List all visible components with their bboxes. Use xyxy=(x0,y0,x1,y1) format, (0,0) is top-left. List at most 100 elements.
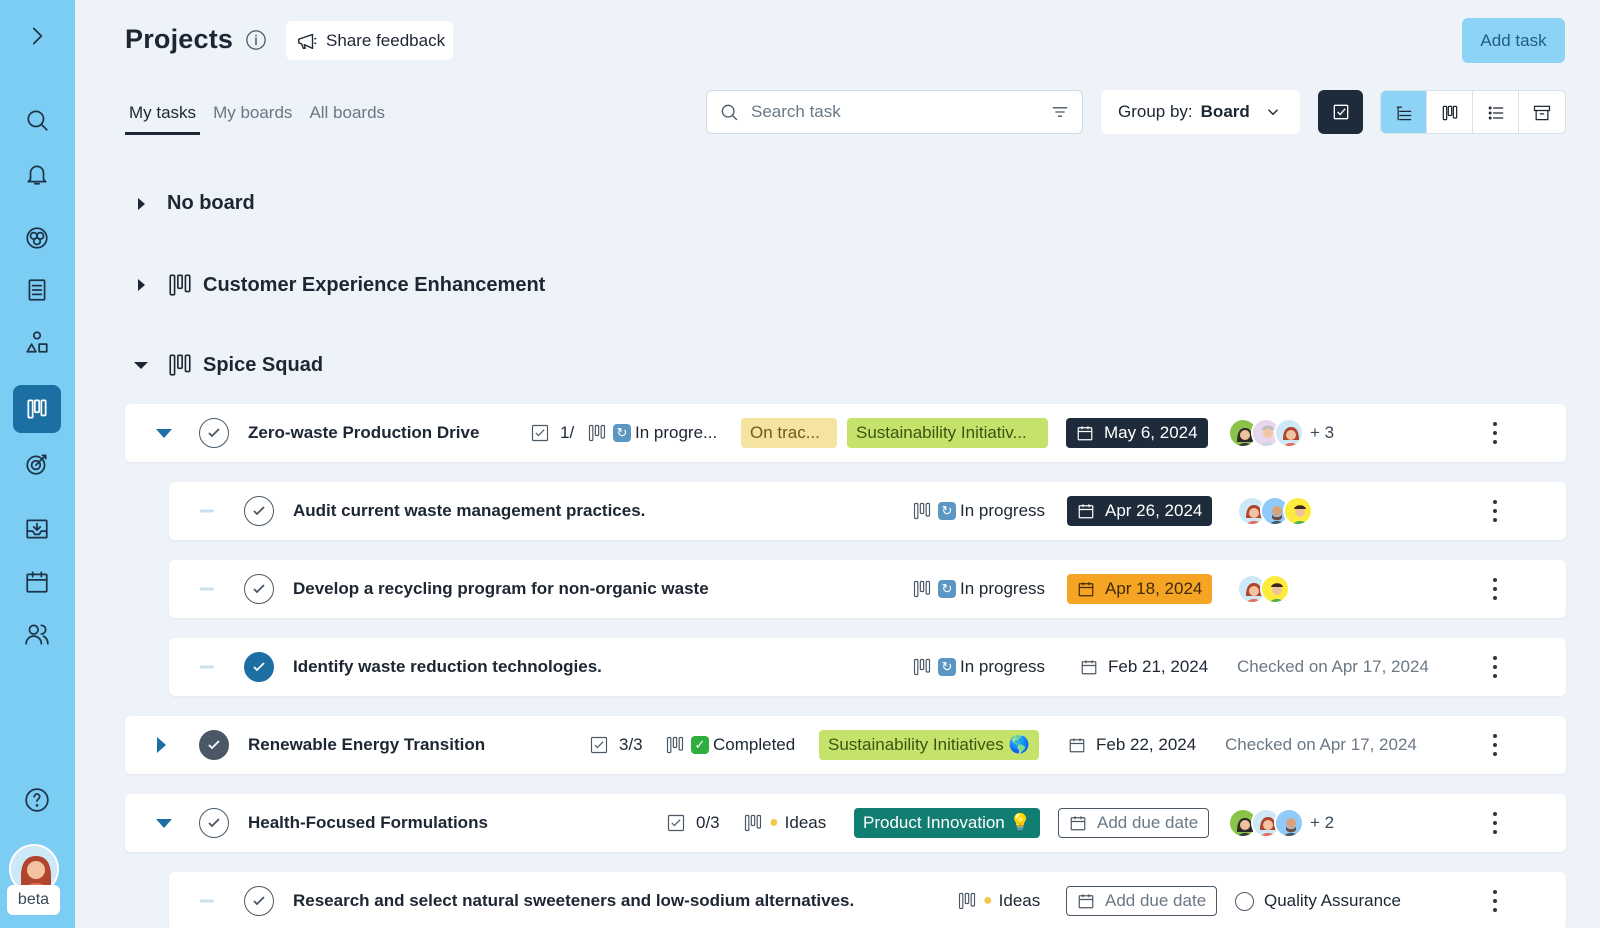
complete-checkbox[interactable] xyxy=(244,886,274,916)
archive-icon xyxy=(1533,105,1551,121)
task-name[interactable]: Research and select natural sweeteners a… xyxy=(293,891,854,911)
subtask-connector xyxy=(200,509,214,513)
more-options-icon[interactable] xyxy=(1492,812,1498,834)
assignees[interactable] xyxy=(1237,574,1290,604)
due-date[interactable]: Feb 21, 2024 xyxy=(1080,652,1218,682)
subtask-count: 0/3 xyxy=(666,813,720,833)
team-icon xyxy=(1235,891,1254,911)
task-row[interactable]: Audit current waste management practices… xyxy=(169,482,1566,540)
bell-icon[interactable] xyxy=(13,150,61,198)
assignees[interactable]: + 3 xyxy=(1228,418,1334,448)
status: ↻ In progress xyxy=(912,579,1045,599)
filter-icon[interactable] xyxy=(1050,102,1070,122)
due-date[interactable]: May 6, 2024 xyxy=(1066,418,1208,448)
add-task-button[interactable]: Add task xyxy=(1462,18,1565,63)
task-row[interactable]: Health-Focused Formulations 0/3 ● Ideas … xyxy=(125,794,1566,852)
assignees[interactable] xyxy=(1237,496,1313,526)
expand-down-icon[interactable] xyxy=(155,817,173,829)
task-row[interactable]: Research and select natural sweeteners a… xyxy=(169,872,1566,928)
archive-view-button[interactable] xyxy=(1519,91,1565,133)
task-name[interactable]: Zero-waste Production Drive xyxy=(248,423,479,443)
list-view-button[interactable] xyxy=(1473,91,1519,133)
more-options-icon[interactable] xyxy=(1492,656,1498,678)
expand-right-icon[interactable] xyxy=(155,736,167,754)
complete-checkbox[interactable] xyxy=(244,496,274,526)
checkbox-icon xyxy=(1333,104,1348,120)
calendar-icon[interactable] xyxy=(13,558,61,606)
assignee-team[interactable]: Quality Assurance xyxy=(1235,891,1401,911)
show-completed-toggle[interactable] xyxy=(1318,90,1363,134)
expand-down-icon[interactable] xyxy=(155,427,173,439)
task-name[interactable]: Audit current waste management practices… xyxy=(293,501,645,521)
people-icon[interactable] xyxy=(13,610,61,658)
target-icon[interactable] xyxy=(13,440,61,488)
more-options-icon[interactable] xyxy=(1492,422,1498,444)
task-name[interactable]: Renewable Energy Transition xyxy=(248,735,485,755)
task-row[interactable]: Develop a recycling program for non-orga… xyxy=(169,560,1566,618)
more-options-icon[interactable] xyxy=(1492,734,1498,756)
chevron-down-icon xyxy=(1267,109,1278,116)
calendar-icon xyxy=(1070,816,1086,831)
board-icon[interactable] xyxy=(13,385,61,433)
board-icon xyxy=(913,658,931,676)
checked-date: Checked on Apr 17, 2024 xyxy=(1225,735,1417,754)
task-name[interactable]: Identify waste reduction technologies. xyxy=(293,657,602,677)
more-assignees: + 2 xyxy=(1310,813,1335,832)
task-name[interactable]: Develop a recycling program for non-orga… xyxy=(293,579,709,599)
due-date[interactable]: Apr 18, 2024 xyxy=(1067,574,1213,604)
tree-view-button[interactable] xyxy=(1381,91,1427,133)
search-icon[interactable] xyxy=(13,96,61,144)
globe-icon[interactable] xyxy=(13,214,61,262)
tag-sustainability[interactable]: Sustainability Initiativ... xyxy=(847,418,1048,448)
help-icon[interactable] xyxy=(13,776,61,824)
tab-all-boards[interactable]: All boards xyxy=(305,100,389,135)
avatar xyxy=(1260,574,1290,604)
task-row[interactable]: Identify waste reduction technologies. ↻… xyxy=(169,638,1566,696)
in-progress-icon: ↻ xyxy=(938,658,956,676)
group-no-board[interactable]: No board xyxy=(133,192,255,215)
group-customer-experience[interactable]: Customer Experience Enhancement xyxy=(133,272,545,298)
board-icon xyxy=(169,274,191,296)
assignees[interactable]: + 2 xyxy=(1228,808,1334,838)
complete-checkbox[interactable] xyxy=(244,652,274,682)
info-icon[interactable] xyxy=(245,29,267,51)
add-due-date-button[interactable]: Add due date xyxy=(1066,886,1218,916)
tree-view-icon xyxy=(1396,106,1411,121)
tag-sustainability[interactable]: Sustainability Initiatives 🌎 xyxy=(819,730,1039,760)
lightbulb-icon: ● xyxy=(983,892,993,909)
complete-checkbox[interactable] xyxy=(244,574,274,604)
add-due-date-button[interactable]: Add due date xyxy=(1058,808,1210,838)
board-icon xyxy=(913,502,931,520)
complete-checkbox[interactable] xyxy=(199,730,229,760)
tag-product-innovation[interactable]: Product Innovation 💡 xyxy=(854,808,1040,838)
complete-checkbox[interactable] xyxy=(199,808,229,838)
status: ↻ In progre... xyxy=(587,423,717,443)
more-options-icon[interactable] xyxy=(1492,890,1498,912)
inbox-icon[interactable] xyxy=(13,505,61,553)
tag-on-track[interactable]: On trac... xyxy=(741,418,837,448)
tab-my-boards[interactable]: My boards xyxy=(209,100,296,135)
checklist-icon xyxy=(667,814,685,832)
due-date[interactable]: Apr 26, 2024 xyxy=(1067,496,1213,526)
share-feedback-button[interactable]: Share feedback xyxy=(286,21,453,60)
view-switcher xyxy=(1380,90,1566,134)
complete-checkbox[interactable] xyxy=(199,418,229,448)
checklist-icon xyxy=(590,736,608,754)
task-name[interactable]: Health-Focused Formulations xyxy=(248,813,488,833)
status: ↻ In progress xyxy=(912,501,1045,521)
task-row[interactable]: Zero-waste Production Drive 1/ ↻ In prog… xyxy=(125,404,1566,462)
tab-my-tasks[interactable]: My tasks xyxy=(125,100,201,135)
search-input[interactable] xyxy=(751,102,1050,122)
board-icon xyxy=(588,424,606,442)
due-date[interactable]: Feb 22, 2024 xyxy=(1068,730,1206,760)
status: ● Ideas xyxy=(957,891,1040,911)
expand-icon[interactable] xyxy=(13,12,61,60)
document-icon[interactable] xyxy=(13,266,61,314)
group-spice-squad[interactable]: Spice Squad xyxy=(133,352,323,378)
group-by-dropdown[interactable]: Group by: Board xyxy=(1101,90,1300,134)
more-options-icon[interactable] xyxy=(1492,578,1498,600)
board-view-button[interactable] xyxy=(1427,91,1473,133)
shapes-icon[interactable] xyxy=(13,318,61,366)
more-options-icon[interactable] xyxy=(1492,500,1498,522)
task-row[interactable]: Renewable Energy Transition 3/3 ✓ Comple… xyxy=(125,716,1566,774)
